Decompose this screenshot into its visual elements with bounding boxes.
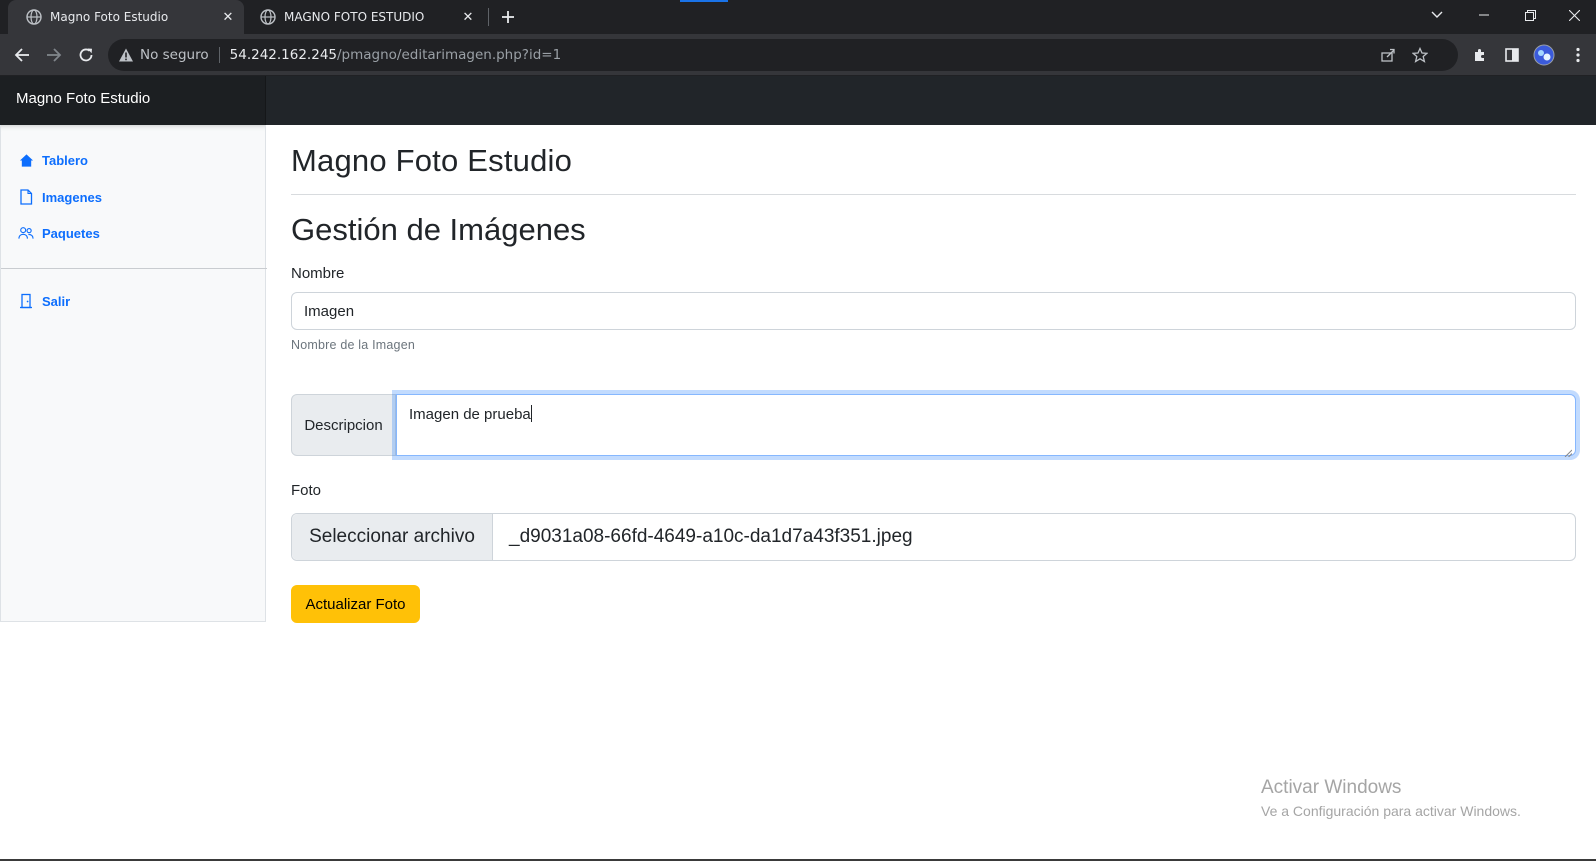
star-bookmark-icon[interactable] xyxy=(1406,39,1434,71)
close-icon[interactable]: ✕ xyxy=(458,7,478,27)
browser-tab[interactable]: MAGNO FOTO ESTUDIO ✕ xyxy=(248,0,484,34)
door-icon xyxy=(18,293,34,309)
foto-file-input[interactable]: Seleccionar archivo _d9031a08-66fd-4649-… xyxy=(291,513,1576,561)
menu-kebab-icon[interactable] xyxy=(1564,41,1592,69)
sidebar: Tablero Imagenes Paquetes Salir xyxy=(0,125,267,622)
actualizar-foto-button[interactable]: Actualizar Foto xyxy=(291,585,420,623)
forward-arrow-icon[interactable] xyxy=(40,41,68,69)
browser-toolbar: No seguro 54.242.162.245 /pmagno/editari… xyxy=(0,34,1596,76)
tab-divider xyxy=(488,8,489,26)
globe-icon xyxy=(260,9,276,25)
navbar-brand[interactable]: Magno Foto Estudio xyxy=(0,76,266,125)
people-icon xyxy=(18,225,34,241)
browser-tab-strip: Magno Foto Estudio ✕ MAGNO FOTO ESTUDIO … xyxy=(0,0,1596,34)
address-bar[interactable]: No seguro 54.242.162.245 /pmagno/editari… xyxy=(108,39,1458,71)
omnibox-divider xyxy=(218,47,220,63)
windows-activation-subtitle: Ve a Configuración para activar Windows. xyxy=(1261,803,1521,819)
reload-icon[interactable] xyxy=(72,41,100,69)
descripcion-input-group: Descripcion Imagen de prueba xyxy=(291,394,1576,458)
warning-triangle-icon[interactable] xyxy=(118,47,134,63)
back-arrow-icon[interactable] xyxy=(8,41,36,69)
nombre-label: Nombre xyxy=(291,265,345,282)
globe-icon xyxy=(26,9,42,25)
sidebar-item-label: Imagenes xyxy=(42,189,102,205)
resize-grip-icon[interactable] xyxy=(1564,444,1573,458)
page-title: Gestión de Imágenes xyxy=(291,212,586,247)
heading-divider xyxy=(291,194,1576,195)
side-panel-icon[interactable] xyxy=(1498,41,1526,69)
descripcion-value: Imagen de prueba xyxy=(409,406,531,423)
sidebar-divider xyxy=(1,268,267,269)
restore-icon[interactable] xyxy=(1507,0,1553,30)
sidebar-item-tablero[interactable]: Tablero xyxy=(18,152,88,168)
text-caret xyxy=(530,405,532,422)
file-icon xyxy=(18,189,34,205)
sidebar-item-imagenes[interactable]: Imagenes xyxy=(18,189,102,205)
nombre-input[interactable] xyxy=(291,292,1576,330)
sidebar-item-label: Paquetes xyxy=(42,225,100,241)
close-icon[interactable]: ✕ xyxy=(218,7,238,27)
tab-search-chevron-down-icon[interactable] xyxy=(1414,0,1460,30)
nombre-help-text: Nombre de la Imagen xyxy=(291,338,416,352)
window-close-icon[interactable] xyxy=(1551,0,1596,30)
tab-indicator xyxy=(680,0,728,2)
sidebar-item-paquetes[interactable]: Paquetes xyxy=(18,225,100,241)
top-navbar: Magno Foto Estudio xyxy=(0,76,1596,125)
descripcion-textarea[interactable]: Imagen de prueba xyxy=(396,394,1576,458)
browser-tab-active[interactable]: Magno Foto Estudio ✕ xyxy=(8,0,244,34)
sidebar-item-label: Tablero xyxy=(42,152,88,168)
tab-title: Magno Foto Estudio xyxy=(50,10,169,24)
minimize-icon[interactable] xyxy=(1461,0,1507,30)
profile-avatar-icon[interactable] xyxy=(1530,41,1558,69)
sidebar-item-salir[interactable]: Salir xyxy=(18,293,70,309)
share-icon[interactable] xyxy=(1374,39,1402,71)
page-brand-heading: Magno Foto Estudio xyxy=(291,143,573,178)
url-path: /pmagno/editarimagen.php?id=1 xyxy=(337,47,562,63)
security-status-label: No seguro xyxy=(140,47,209,63)
extensions-puzzle-icon[interactable] xyxy=(1466,41,1494,69)
foto-label: Foto xyxy=(291,482,322,499)
url-host: 54.242.162.245 xyxy=(229,47,337,63)
windows-activation-title: Activar Windows xyxy=(1261,777,1402,798)
new-tab-plus-icon[interactable] xyxy=(496,5,520,29)
selected-file-name: _d9031a08-66fd-4649-a10c-da1d7a43f351.jp… xyxy=(509,526,913,547)
tab-title: MAGNO FOTO ESTUDIO xyxy=(284,10,425,24)
house-icon xyxy=(18,152,34,168)
sidebar-item-label: Salir xyxy=(42,293,71,309)
choose-file-button[interactable]: Seleccionar archivo xyxy=(292,514,493,560)
descripcion-label: Descripcion xyxy=(291,394,396,456)
